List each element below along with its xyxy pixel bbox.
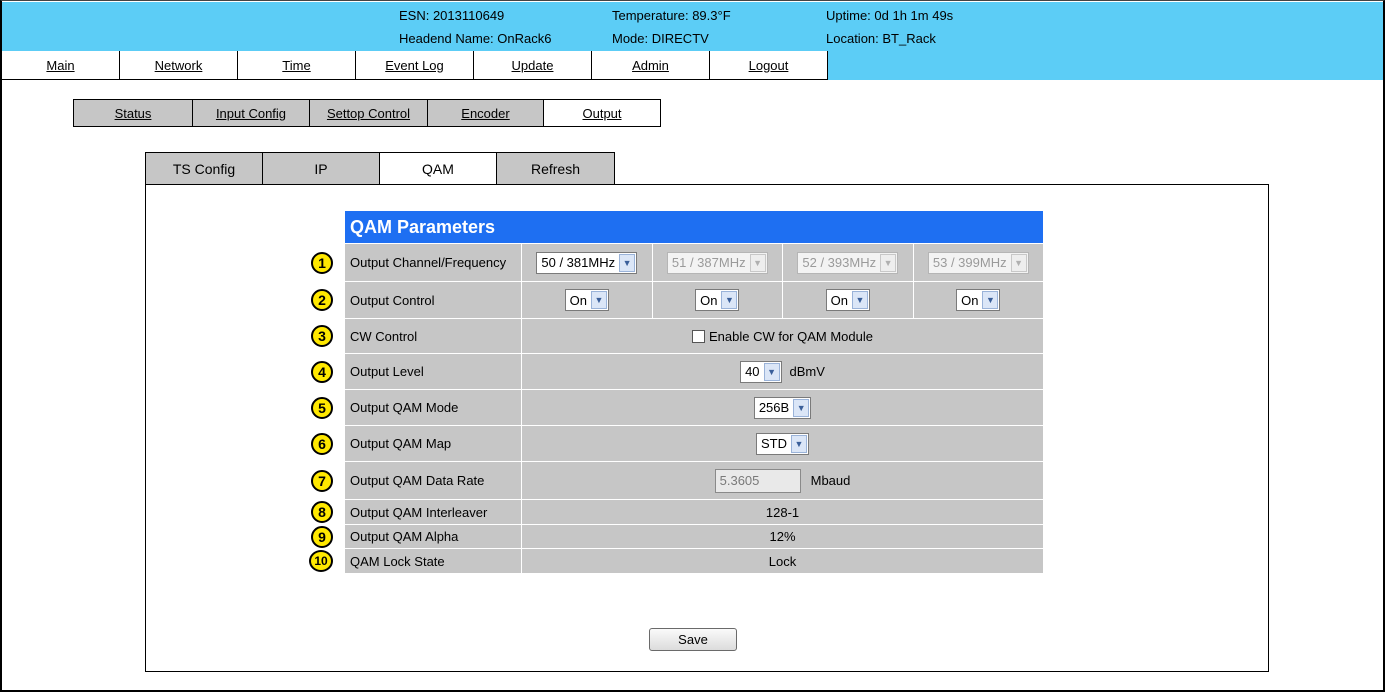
row-output-control: 2 Output Control On ▼ On ▼ On ▼ On ▼ [311,281,1043,318]
chevron-down-icon: ▼ [619,253,636,272]
chevron-down-icon: ▼ [851,291,868,309]
row-label: Output QAM Alpha [350,529,459,544]
output-control-select-4[interactable]: On ▼ [956,289,1001,311]
chevron-down-icon: ▼ [793,398,810,417]
step-badge: 10 [309,550,333,572]
output-control-select-1[interactable]: On ▼ [564,289,609,311]
channel-select-3: 52 / 393MHz ▼ [797,251,899,274]
chevron-down-icon: ▼ [590,291,607,309]
nav-time[interactable]: Time [238,51,356,80]
alpha-value: 12% [769,529,796,544]
step-badge: 7 [311,469,333,492]
row-label: Output Channel/Frequency [350,255,507,270]
save-button[interactable]: Save [649,628,737,651]
data-rate-unit: Mbaud [810,473,851,488]
row-label: Output QAM Interleaver [350,504,488,520]
row-label: Output Control [350,292,435,308]
row-qam-mode: 5 Output QAM Mode 256B ▼ [311,389,1043,425]
qam-map-select[interactable]: STD ▼ [756,432,809,455]
step-badge: 1 [311,251,333,274]
chevron-down-icon: ▼ [791,434,807,453]
output-level-unit: dBmV [789,364,825,379]
enable-cw-label[interactable]: Enable CW for QAM Module [709,329,873,344]
nav-admin[interactable]: Admin [592,51,710,80]
subnav-input-config[interactable]: Input Config [193,100,310,126]
chevron-down-icon: ▼ [880,253,897,272]
nav-event-log[interactable]: Event Log [356,51,474,80]
lock-state-value: Lock [768,553,797,569]
nav-network[interactable]: Network [120,51,238,80]
subnav-encoder[interactable]: Encoder [428,100,544,126]
step-badge: 3 [311,325,333,347]
row-qam-interleaver: 8 Output QAM Interleaver 128-1 [311,499,1043,524]
tab-refresh[interactable]: Refresh [497,153,614,185]
subnav-status[interactable]: Status [74,100,193,126]
subnav-settop-control[interactable]: Settop Control [310,100,428,126]
main-nav: Main Network Time Event Log Update Admin… [2,51,828,80]
step-badge: 8 [311,501,333,523]
row-output-channel: 1 Output Channel/Frequency 50 / 381MHz ▼ … [311,243,1043,281]
location-text: Location: BT_Rack [826,31,936,46]
data-rate-input: 5.3605 [714,468,801,493]
step-badge: 5 [311,396,333,419]
row-label: Output Level [350,364,424,379]
sub-nav: Status Input Config Settop Control Encod… [73,99,661,127]
uptime-text: Uptime: 0d 1h 1m 49s [826,8,954,23]
enable-cw-checkbox[interactable] [691,329,705,343]
row-label: QAM Lock State [350,553,445,569]
channel-select-2: 51 / 387MHz ▼ [666,251,768,274]
row-qam-alpha: 9 Output QAM Alpha 12% [311,524,1043,548]
step-badge: 6 [311,432,333,455]
row-qam-lock-state: 10 QAM Lock State Lock [309,548,1043,573]
mode-text: Mode: DIRECTV [612,31,709,46]
step-badge: 9 [311,525,333,548]
row-label: Output QAM Data Rate [350,473,485,488]
chevron-down-icon: ▼ [763,362,780,381]
row-qam-data-rate: 7 Output QAM Data Rate 5.3605 Mbaud [311,461,1043,499]
channel-select-4: 53 / 399MHz ▼ [927,251,1029,274]
output-level-select[interactable]: 40 ▼ [740,360,782,383]
row-label: CW Control [350,328,418,344]
chevron-down-icon: ▼ [721,291,738,309]
tab-ts-config[interactable]: TS Config [146,153,263,185]
interleaver-value: 128-1 [765,504,800,520]
subnav-output[interactable]: Output [544,100,660,126]
row-cw-control: 3 CW Control Enable CW for QAM Module [311,318,1043,353]
qam-parameters-table: QAM Parameters 1 Output Channel/Frequenc… [309,211,1043,573]
nav-logout[interactable]: Logout [710,51,828,80]
row-label: Output QAM Mode [350,400,459,415]
qam-mode-select[interactable]: 256B ▼ [753,396,812,419]
chevron-down-icon: ▼ [982,291,999,309]
tab-ip[interactable]: IP [263,153,380,185]
output-control-select-3[interactable]: On ▼ [825,289,870,311]
tab-qam[interactable]: QAM [380,153,497,185]
step-badge: 2 [311,289,333,311]
esn-text: ESN: 2013110649 [399,8,505,23]
row-qam-map: 6 Output QAM Map STD ▼ [311,425,1043,461]
step-badge: 4 [311,360,333,383]
chevron-down-icon: ▼ [1010,253,1027,272]
headend-name-text: Headend Name: OnRack6 [399,31,552,46]
qam-title: QAM Parameters [345,211,1043,243]
channel-select-1[interactable]: 50 / 381MHz ▼ [536,251,638,274]
nav-main[interactable]: Main [2,51,120,80]
output-control-select-2[interactable]: On ▼ [695,289,740,311]
nav-update[interactable]: Update [474,51,592,80]
temperature-text: Temperature: 89.3°F [612,8,731,23]
row-label: Output QAM Map [350,436,452,451]
chevron-down-icon: ▼ [749,253,766,272]
output-tabs: TS Config IP QAM Refresh [145,152,615,185]
row-output-level: 4 Output Level 40 ▼ dBmV [311,353,1043,389]
